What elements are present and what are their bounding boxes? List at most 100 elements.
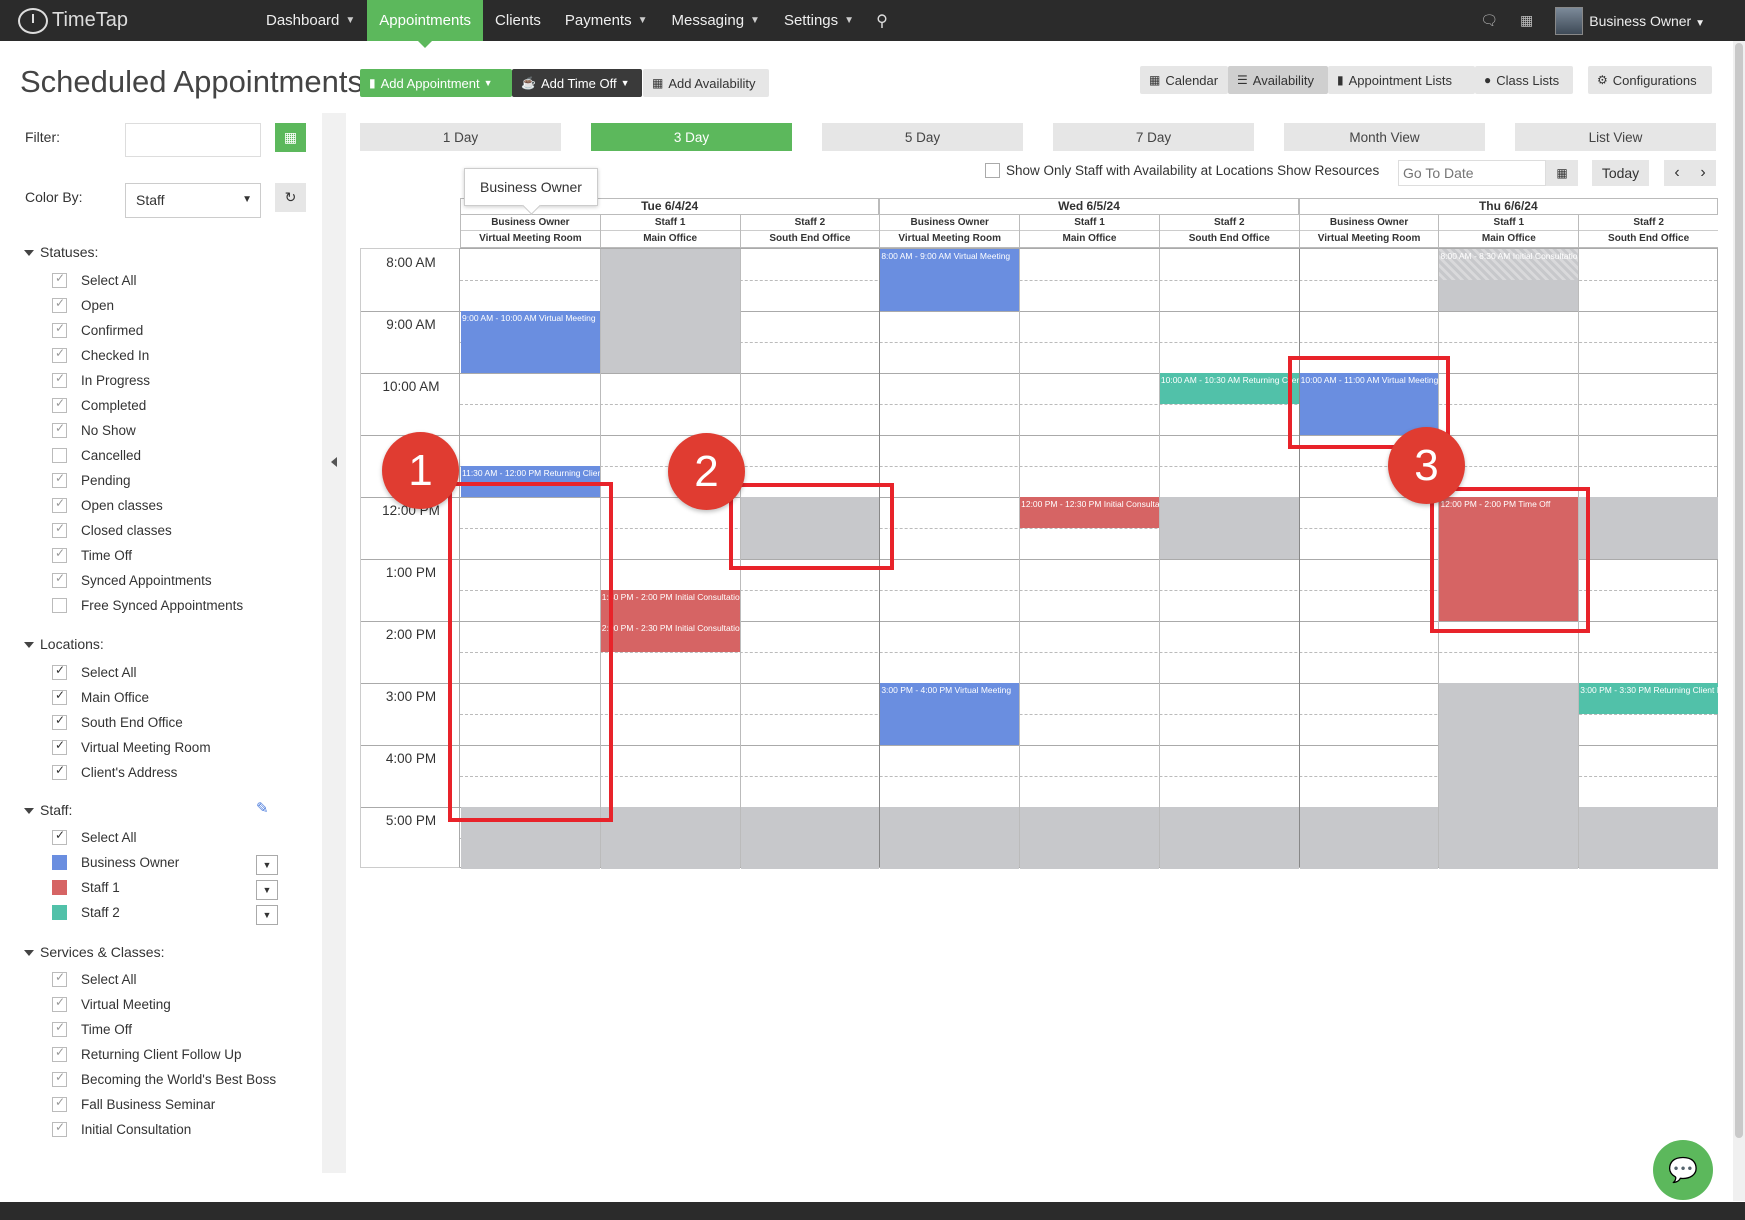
status-1[interactable]: Open	[52, 296, 114, 313]
appointment-block[interactable]: 1:30 PM - 2:00 PM Initial Consultation	[600, 590, 740, 621]
checkbox[interactable]	[52, 296, 67, 313]
nav-item-payments[interactable]: Payments ▼	[553, 0, 660, 41]
checkbox[interactable]	[52, 496, 67, 513]
nav-item-settings[interactable]: Settings ▼	[772, 0, 866, 41]
add-appointment-button[interactable]: ▮ Add Appointment ▼	[360, 69, 512, 97]
staff-color-dropdown[interactable]: ▼	[256, 905, 278, 925]
availability-view-button[interactable]: ☰ Availability	[1228, 66, 1328, 94]
staff-color-dropdown[interactable]: ▼	[256, 880, 278, 900]
scrollbar-thumb[interactable]	[1735, 43, 1743, 1138]
checkbox[interactable]	[52, 995, 67, 1012]
staff-item-1[interactable]: Staff 1	[52, 880, 120, 895]
nav-item-clients[interactable]: Clients	[483, 0, 553, 41]
user-menu[interactable]: Business Owner ▼	[1589, 13, 1705, 29]
timetap-logo[interactable]: TimeTap	[18, 7, 254, 34]
status-4[interactable]: In Progress	[52, 371, 150, 388]
appointment-lists-button[interactable]: ▮ Appointment Lists	[1328, 66, 1475, 94]
search-icon[interactable]: ⚲	[876, 11, 888, 31]
collapse-panel-gutter[interactable]	[322, 113, 346, 1173]
service-4[interactable]: Becoming the World's Best Boss	[52, 1070, 276, 1087]
tab-5-day[interactable]: 5 Day	[822, 123, 1023, 151]
checkbox[interactable]	[52, 663, 67, 680]
staff-item-0[interactable]: Business Owner	[52, 855, 179, 870]
tab-list-view[interactable]: List View	[1515, 123, 1716, 151]
service-2[interactable]: Time Off	[52, 1020, 132, 1037]
status-11[interactable]: Time Off	[52, 546, 132, 563]
status-9[interactable]: Open classes	[52, 496, 163, 513]
staff-select-all[interactable]: Select All	[52, 828, 137, 845]
checkbox[interactable]	[52, 828, 67, 845]
statuses-section[interactable]: Statuses:	[24, 244, 98, 260]
checkbox[interactable]	[52, 546, 67, 563]
checkbox[interactable]	[52, 321, 67, 338]
status-7[interactable]: Cancelled	[52, 448, 141, 463]
appointment-block[interactable]: 12:00 PM - 12:30 PM Initial Consultation	[1020, 497, 1159, 528]
staff-color-dropdown[interactable]: ▼	[256, 855, 278, 875]
location-3[interactable]: Virtual Meeting Room	[52, 738, 211, 755]
collapse-arrow-icon[interactable]	[331, 457, 337, 467]
location-2[interactable]: South End Office	[52, 713, 183, 730]
tab-3-day[interactable]: 3 Day	[591, 123, 792, 151]
checkbox[interactable]	[52, 571, 67, 588]
next-button[interactable]: ›	[1690, 160, 1716, 186]
color-by-select[interactable]: Staff ▼	[125, 183, 261, 218]
status-0[interactable]: Select All	[52, 271, 137, 288]
checkbox[interactable]	[52, 688, 67, 705]
appointment-block[interactable]: 8:00 AM - 9:00 AM Virtual Meeting	[880, 249, 1020, 311]
location-1[interactable]: Main Office	[52, 688, 149, 705]
configurations-button[interactable]: ⚙ Configurations	[1588, 66, 1712, 94]
go-to-date-input[interactable]	[1398, 160, 1546, 186]
edit-staff-icon[interactable]: ✎	[256, 799, 269, 817]
checkbox[interactable]	[52, 271, 67, 288]
class-lists-button[interactable]: ● Class Lists	[1475, 66, 1573, 94]
location-0[interactable]: Select All	[52, 663, 137, 680]
appointment-block[interactable]: 2:00 PM - 2:30 PM Initial Consultation	[600, 621, 740, 652]
refresh-button[interactable]: ↻	[275, 183, 306, 212]
status-8[interactable]: Pending	[52, 471, 131, 488]
today-button[interactable]: Today	[1592, 160, 1649, 186]
checkbox[interactable]	[52, 1045, 67, 1062]
appointment-block[interactable]: 3:00 PM - 3:30 PM Returning Client Follo…	[1579, 683, 1718, 714]
appointment-block[interactable]: 10:00 AM - 10:30 AM Returning Client Fol…	[1159, 373, 1299, 404]
nav-item-dashboard[interactable]: Dashboard ▼	[254, 0, 367, 41]
checkbox[interactable]	[52, 970, 67, 987]
chat-support-button[interactable]: 💬	[1653, 1140, 1713, 1200]
status-6[interactable]: No Show	[52, 421, 136, 438]
services-section[interactable]: Services & Classes:	[24, 944, 164, 960]
checkbox[interactable]	[52, 448, 67, 463]
tab-7-day[interactable]: 7 Day	[1053, 123, 1254, 151]
add-time-off-button[interactable]: ☕ Add Time Off ▼	[512, 69, 642, 97]
checkbox[interactable]	[52, 1020, 67, 1037]
page-scrollbar[interactable]	[1733, 41, 1745, 1201]
status-13[interactable]: Free Synced Appointments	[52, 598, 243, 613]
status-10[interactable]: Closed classes	[52, 521, 172, 538]
checkbox[interactable]	[52, 598, 67, 613]
nav-item-messaging[interactable]: Messaging ▼	[660, 0, 772, 41]
appointment-block[interactable]: 3:00 PM - 4:00 PM Virtual Meeting	[880, 683, 1020, 745]
checkbox[interactable]	[52, 396, 67, 413]
appointment-block[interactable]: 8:00 AM - 8:30 AM Initial Consultation	[1439, 249, 1579, 280]
status-12[interactable]: Synced Appointments	[52, 571, 212, 588]
save-filter-button[interactable]: ▦	[275, 123, 306, 152]
checkbox[interactable]	[52, 346, 67, 363]
show-staff-checkbox[interactable]	[985, 163, 1000, 178]
appointment-block[interactable]: 9:00 AM - 10:00 AM Virtual Meeting	[461, 311, 600, 373]
staff-item-2[interactable]: Staff 2	[52, 905, 120, 920]
checkbox[interactable]	[52, 1120, 67, 1137]
nav-item-appointments[interactable]: Appointments	[367, 0, 484, 48]
locations-section[interactable]: Locations:	[24, 636, 104, 652]
tab-month-view[interactable]: Month View	[1284, 123, 1485, 151]
status-3[interactable]: Checked In	[52, 346, 149, 363]
add-availability-button[interactable]: ▦ Add Availability	[643, 69, 769, 97]
filter-input[interactable]	[125, 123, 261, 157]
checkbox[interactable]	[52, 1095, 67, 1112]
calendar-icon[interactable]: ▦	[1520, 12, 1533, 29]
service-0[interactable]: Select All	[52, 970, 137, 987]
prev-button[interactable]: ‹	[1664, 160, 1690, 186]
calendar-view-button[interactable]: ▦ Calendar	[1140, 66, 1228, 94]
show-staff-toggle[interactable]: Show Only Staff with Availability at Loc…	[985, 163, 1379, 178]
avatar[interactable]	[1555, 6, 1584, 35]
checkbox[interactable]	[52, 421, 67, 438]
checkbox[interactable]	[52, 763, 67, 780]
chat-bubbles-icon[interactable]: 🗨	[1480, 12, 1498, 29]
